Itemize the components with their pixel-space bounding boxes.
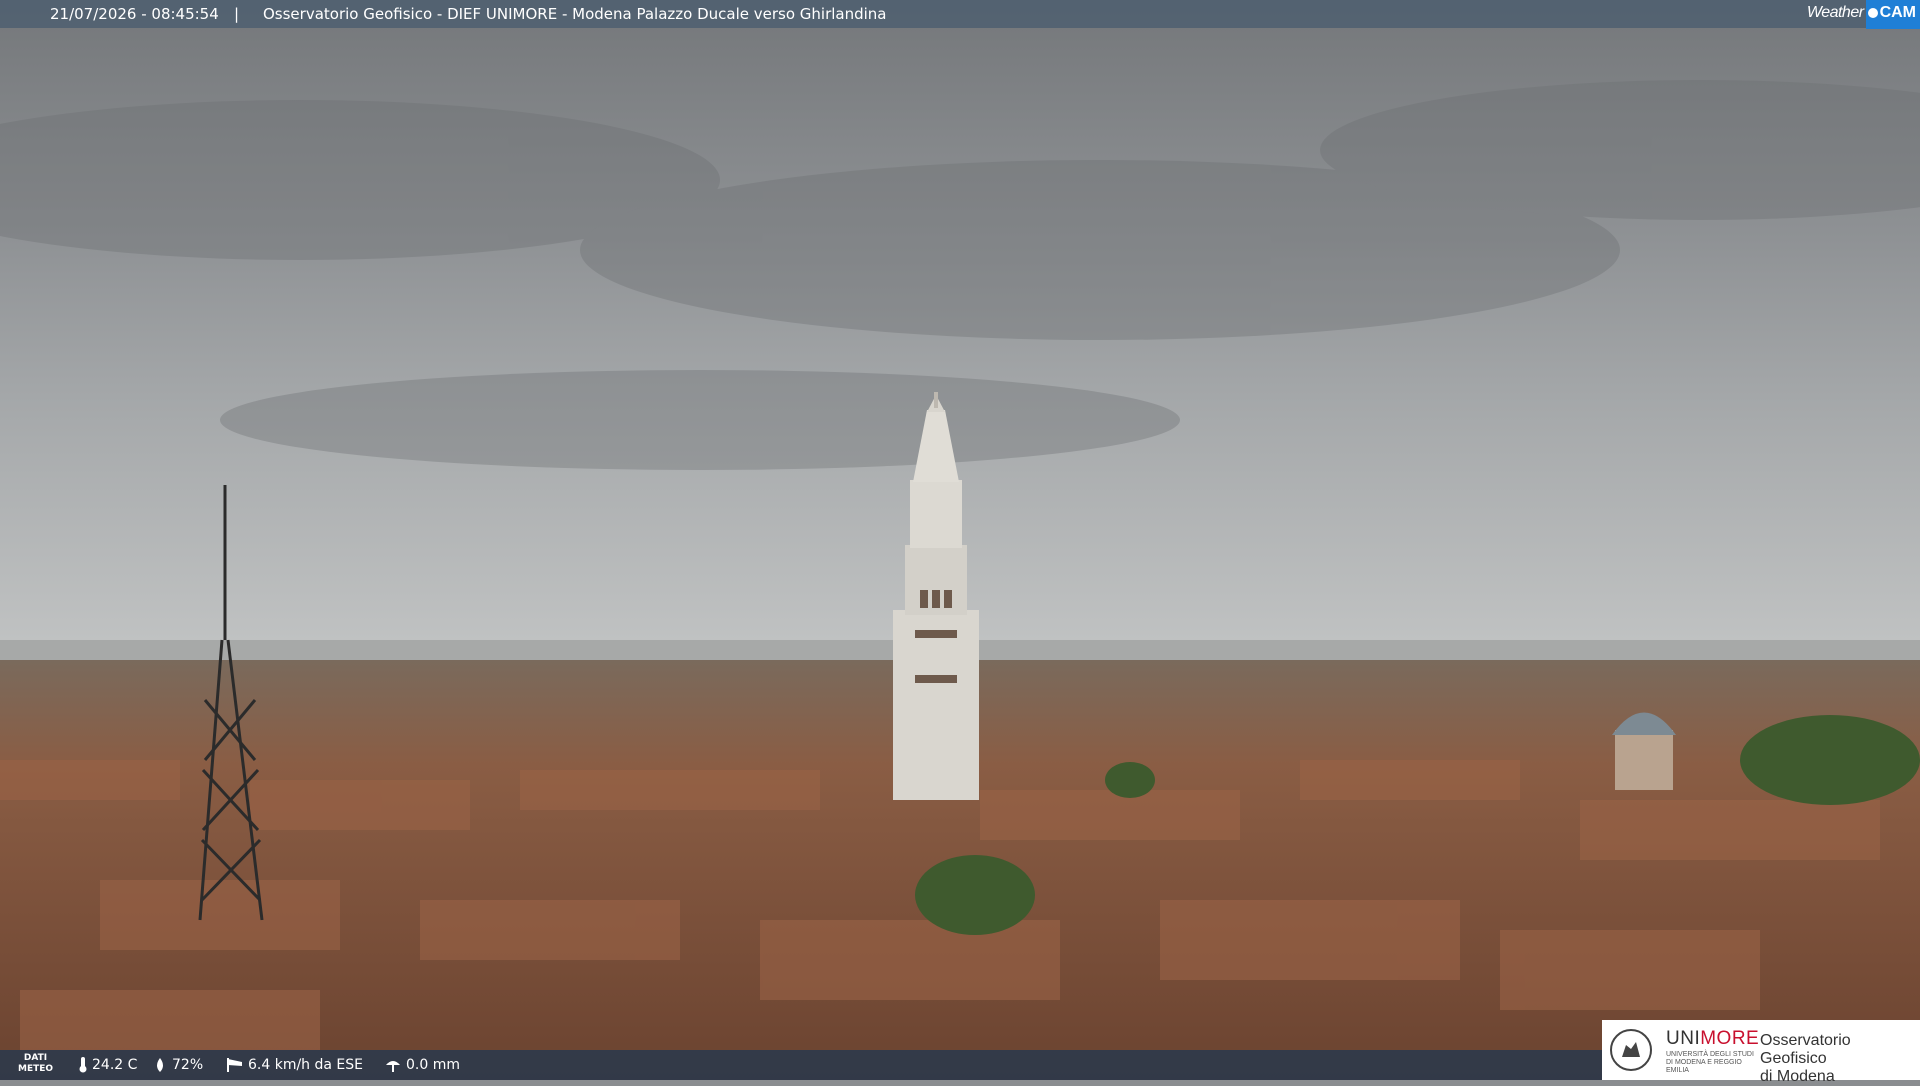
- meteo-label: DATI METEO: [18, 1053, 53, 1075]
- webcam-view: [0, 0, 1920, 1080]
- temperature-value: 24.2 C: [92, 1057, 138, 1073]
- weathercam-cam-badge: CAM: [1865, 0, 1920, 29]
- rain-value: 0.0 mm: [406, 1057, 460, 1073]
- university-seal-icon: [1610, 1029, 1652, 1071]
- lens-icon: [1867, 8, 1878, 18]
- weathercam-cam-word: CAM: [1879, 4, 1916, 21]
- university-subtitle: UNIVERSITÀ DEGLI STUDI DI MODENA E REGGI…: [1666, 1051, 1754, 1074]
- weathercam-word: Weather: [1806, 4, 1864, 21]
- wind-value: 6.4 km/h da ESE: [248, 1057, 363, 1073]
- separator: |: [234, 5, 240, 23]
- unimore-uni: UNI: [1666, 1028, 1701, 1049]
- datetime: 21/07/2026 - 08:45:54: [50, 5, 219, 23]
- temperature-readout: 24.2 C: [78, 1057, 137, 1073]
- top-overlay-bar: 21/07/2026 - 08:45:54 | Osservatorio Geo…: [0, 0, 1920, 29]
- wind-readout: 6.4 km/h da ESE: [226, 1057, 363, 1073]
- rain-readout: 0.0 mm: [384, 1057, 460, 1073]
- camera-title: Osservatorio Geofisico - DIEF UNIMORE - …: [263, 5, 887, 23]
- humidity-drop-icon: [157, 1058, 163, 1072]
- observatory-line2: di Modena: [1760, 1068, 1835, 1085]
- weathercam-logo: Weather CAM: [1806, 0, 1920, 29]
- meteo-label-line1: DATI: [23, 1053, 48, 1063]
- dome: [1612, 712, 1676, 790]
- unimore-wordmark: UNIMORE: [1666, 1028, 1759, 1050]
- thermometer-icon: [79, 1057, 87, 1073]
- observatory-line1: Osservatorio Geofisico: [1760, 1032, 1851, 1067]
- wind-sock-icon: [227, 1058, 242, 1072]
- unimore-more: MORE: [1700, 1028, 1760, 1049]
- humidity-readout: 72%: [152, 1057, 203, 1073]
- humidity-value: 72%: [172, 1057, 204, 1073]
- observatory-name: Osservatorio Geofisico di Modena: [1760, 1032, 1920, 1086]
- rain-gauge-icon: [386, 1061, 400, 1072]
- unimore-observatory-logo: UNIMORE UNIVERSITÀ DEGLI STUDI DI MODENA…: [1602, 1020, 1920, 1085]
- meteo-label-line2: METEO: [18, 1064, 54, 1074]
